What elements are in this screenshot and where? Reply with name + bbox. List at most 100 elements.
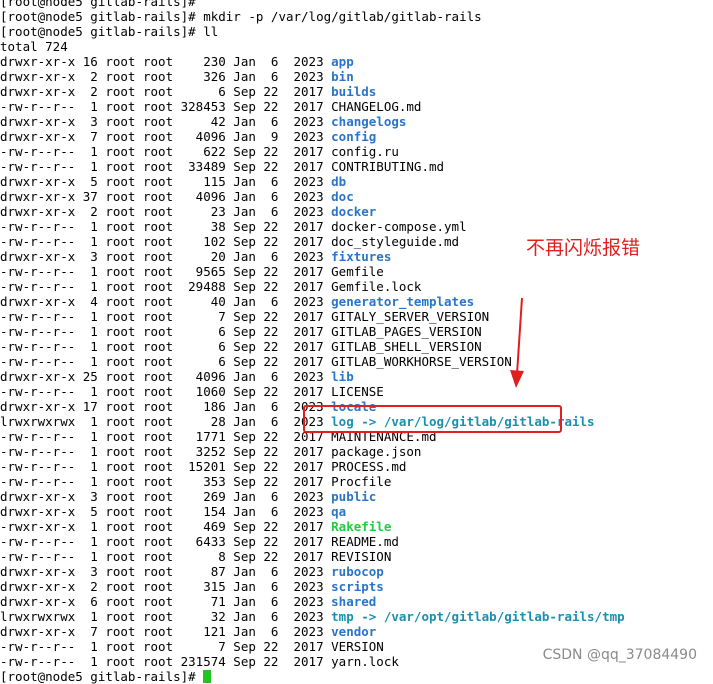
command-ll: [root@node5 gitlab-rails]# ll — [0, 24, 219, 39]
file-meta: -rwxr-xr-x 1 root root 469 Sep 22 2017 — [0, 519, 332, 534]
file-name: public — [331, 489, 377, 504]
list-item: drwxr-xr-x 7 root root 121 Jan 6 2023 ve… — [0, 624, 713, 639]
file-name: yarn.lock — [331, 654, 399, 669]
file-meta: -rw-r--r-- 1 root root 7 Sep 22 2017 — [0, 309, 332, 324]
file-meta: drwxr-xr-x 25 root root 4096 Jan 6 2023 — [0, 369, 332, 384]
file-name: changelogs — [331, 114, 407, 129]
list-item: -rw-r--r-- 1 root root 353 Sep 22 2017 P… — [0, 474, 713, 489]
terminal-output[interactable]: [root@node5 gitlab-rails]# [root@node5 g… — [0, 0, 713, 684]
file-name: rubocop — [331, 564, 384, 579]
file-meta: drwxr-xr-x 17 root root 186 Jan 6 2023 — [0, 399, 332, 414]
list-item: -rw-r--r-- 1 root root 328453 Sep 22 201… — [0, 99, 713, 114]
prompt-line-bottom[interactable]: [root@node5 gitlab-rails]# — [0, 669, 713, 684]
file-meta: drwxr-xr-x 3 root root 87 Jan 6 2023 — [0, 564, 332, 579]
file-name: GITLAB_WORKHORSE_VERSION — [331, 354, 512, 369]
file-name: Gemfile — [331, 264, 384, 279]
file-name: tmp — [331, 609, 354, 624]
file-meta: -rw-r--r-- 1 root root 1060 Sep 22 2017 — [0, 384, 332, 399]
file-name: config.ru — [331, 144, 399, 159]
file-meta: drwxr-xr-x 3 root root 269 Jan 6 2023 — [0, 489, 332, 504]
list-item: -rw-r--r-- 1 root root 3252 Sep 22 2017 … — [0, 444, 713, 459]
file-name: package.json — [331, 444, 422, 459]
list-item: -rw-r--r-- 1 root root 1060 Sep 22 2017 … — [0, 384, 713, 399]
file-meta: -rw-r--r-- 1 root root 102 Sep 22 2017 — [0, 234, 332, 249]
file-name: qa — [331, 504, 347, 519]
annotation-text: 不再闪烁报错 — [526, 237, 641, 259]
command-mkdir: [root@node5 gitlab-rails]# mkdir -p /var… — [0, 9, 482, 24]
file-name: db — [331, 174, 347, 189]
file-name: CONTRIBUTING.md — [331, 159, 445, 174]
file-meta: -rw-r--r-- 1 root root 7 Sep 22 2017 — [0, 639, 332, 654]
file-name: REVISION — [331, 549, 392, 564]
file-name: GITLAB_SHELL_VERSION — [331, 339, 482, 354]
file-meta: -rw-r--r-- 1 root root 1771 Sep 22 2017 — [0, 429, 332, 444]
file-name: Gemfile.lock — [331, 279, 422, 294]
file-meta: -rw-r--r-- 1 root root 328453 Sep 22 201… — [0, 99, 332, 114]
list-item: drwxr-xr-x 5 root root 154 Jan 6 2023 qa — [0, 504, 713, 519]
file-name: LICENSE — [331, 384, 384, 399]
file-name: builds — [331, 84, 377, 99]
file-name: app — [331, 54, 354, 69]
file-meta: drwxr-xr-x 5 root root 115 Jan 6 2023 — [0, 174, 332, 189]
file-name: config — [331, 129, 377, 144]
file-name: vendor — [331, 624, 377, 639]
file-name: GITLAB_PAGES_VERSION — [331, 324, 482, 339]
file-meta: lrwxrwxrwx 1 root root 28 Jan 6 2023 — [0, 414, 332, 429]
list-item: -rw-r--r-- 1 root root 6 Sep 22 2017 GIT… — [0, 324, 713, 339]
file-name: doc_styleguide.md — [331, 234, 460, 249]
list-item: drwxr-xr-x 3 root root 87 Jan 6 2023 rub… — [0, 564, 713, 579]
file-name: docker — [331, 204, 377, 219]
list-item: drwxr-xr-x 2 root root 6 Sep 22 2017 bui… — [0, 84, 713, 99]
list-item: -rw-r--r-- 1 root root 6 Sep 22 2017 GIT… — [0, 354, 713, 369]
list-item: drwxr-xr-x 5 root root 115 Jan 6 2023 db — [0, 174, 713, 189]
list-item: drwxr-xr-x 37 root root 4096 Jan 6 2023 … — [0, 189, 713, 204]
file-name: VERSION — [331, 639, 384, 654]
file-meta: -rw-r--r-- 1 root root 38 Sep 22 2017 — [0, 219, 332, 234]
file-meta: -rw-r--r-- 1 root root 3252 Sep 22 2017 — [0, 444, 332, 459]
file-meta: -rw-r--r-- 1 root root 33489 Sep 22 2017 — [0, 159, 332, 174]
file-meta: drwxr-xr-x 5 root root 154 Jan 6 2023 — [0, 504, 332, 519]
prompt-text: [root@node5 gitlab-rails]# — [0, 669, 204, 684]
file-name: GITALY_SERVER_VERSION — [331, 309, 490, 324]
annotation-arrow-icon — [510, 297, 524, 388]
watermark: CSDN @qq_37084490 — [542, 647, 697, 663]
symlink-arrow: -> — [353, 609, 384, 624]
list-item: -rw-r--r-- 1 root root 29488 Sep 22 2017… — [0, 279, 713, 294]
highlight-box — [303, 405, 562, 433]
file-meta: -rw-r--r-- 1 root root 6433 Sep 22 2017 — [0, 534, 332, 549]
list-item: drwxr-xr-x 16 root root 230 Jan 6 2023 a… — [0, 54, 713, 69]
list-item: drwxr-xr-x 7 root root 4096 Jan 9 2023 c… — [0, 129, 713, 144]
file-meta: -rw-r--r-- 1 root root 8 Sep 22 2017 — [0, 549, 332, 564]
file-meta: drwxr-xr-x 2 root root 6 Sep 22 2017 — [0, 84, 332, 99]
file-name: PROCESS.md — [331, 459, 407, 474]
file-meta: -rw-r--r-- 1 root root 6 Sep 22 2017 — [0, 354, 332, 369]
file-meta: -rw-r--r-- 1 root root 6 Sep 22 2017 — [0, 324, 332, 339]
file-meta: lrwxrwxrwx 1 root root 32 Jan 6 2023 — [0, 609, 332, 624]
file-meta: drwxr-xr-x 2 root root 23 Jan 6 2023 — [0, 204, 332, 219]
file-meta: drwxr-xr-x 6 root root 71 Jan 6 2023 — [0, 594, 332, 609]
file-name: CHANGELOG.md — [331, 99, 422, 114]
list-item: drwxr-xr-x 4 root root 40 Jan 6 2023 gen… — [0, 294, 713, 309]
file-name: bin — [331, 69, 354, 84]
file-name: fixtures — [331, 249, 392, 264]
list-item: drwxr-xr-x 3 root root 42 Jan 6 2023 cha… — [0, 114, 713, 129]
prompt-line-top: [root@node5 gitlab-rails]# — [0, 0, 196, 9]
file-meta: drwxr-xr-x 7 root root 4096 Jan 9 2023 — [0, 129, 332, 144]
file-meta: drwxr-xr-x 3 root root 42 Jan 6 2023 — [0, 114, 332, 129]
file-meta: drwxr-xr-x 7 root root 121 Jan 6 2023 — [0, 624, 332, 639]
list-item: -rw-r--r-- 1 root root 33489 Sep 22 2017… — [0, 159, 713, 174]
file-name: Rakefile — [331, 519, 392, 534]
list-item: -rw-r--r-- 1 root root 8 Sep 22 2017 REV… — [0, 549, 713, 564]
list-item: drwxr-xr-x 3 root root 269 Jan 6 2023 pu… — [0, 489, 713, 504]
total-line: total 724 — [0, 39, 68, 54]
list-item: -rwxr-xr-x 1 root root 469 Sep 22 2017 R… — [0, 519, 713, 534]
list-item: drwxr-xr-x 2 root root 326 Jan 6 2023 bi… — [0, 69, 713, 84]
file-meta: -rw-r--r-- 1 root root 353 Sep 22 2017 — [0, 474, 332, 489]
list-item: -rw-r--r-- 1 root root 622 Sep 22 2017 c… — [0, 144, 713, 159]
file-name: lib — [331, 369, 354, 384]
terminal-cursor — [203, 670, 212, 683]
list-item: -rw-r--r-- 1 root root 15201 Sep 22 2017… — [0, 459, 713, 474]
file-meta: drwxr-xr-x 3 root root 20 Jan 6 2023 — [0, 249, 332, 264]
list-item: -rw-r--r-- 1 root root 7 Sep 22 2017 GIT… — [0, 309, 713, 324]
file-meta: -rw-r--r-- 1 root root 231574 Sep 22 201… — [0, 654, 332, 669]
